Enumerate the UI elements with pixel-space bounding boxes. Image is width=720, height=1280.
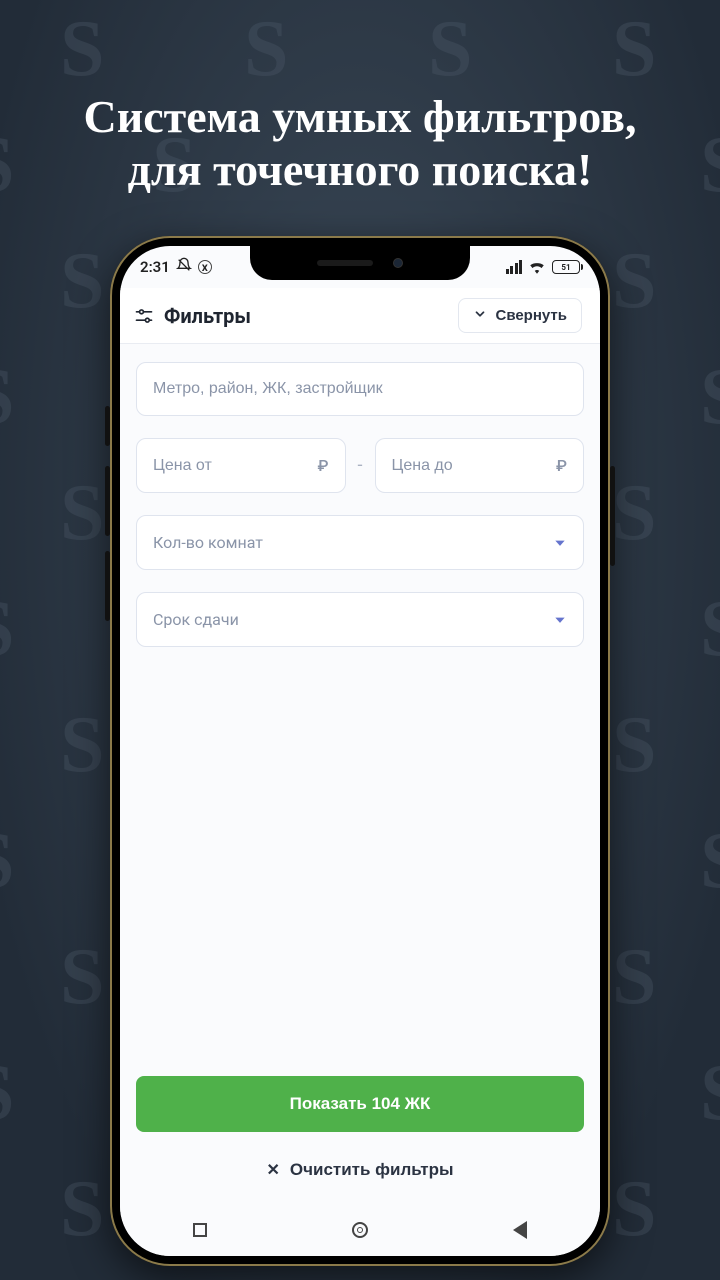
price-range-row: ₽ - ₽ [136, 438, 584, 493]
collapse-button[interactable]: Свернуть [458, 298, 582, 333]
show-results-button[interactable]: Показать 104 ЖК [136, 1076, 584, 1132]
filters-header: Фильтры Свернуть [120, 288, 600, 344]
close-icon: ✕ [267, 1160, 280, 1180]
rooms-select[interactable]: Кол-во комнат [136, 515, 584, 570]
nav-recent-icon[interactable] [193, 1223, 207, 1237]
caret-down-icon [553, 613, 567, 627]
price-from-input[interactable] [153, 457, 318, 475]
price-to-input[interactable] [392, 457, 557, 475]
ruble-icon: ₽ [556, 456, 567, 475]
filters-footer: Показать 104 ЖК ✕ Очистить фильтры [120, 1062, 600, 1204]
clear-label: Очистить фильтры [290, 1160, 454, 1180]
chevron-down-icon [473, 307, 487, 324]
deadline-label: Срок сдачи [153, 610, 239, 629]
signal-icon [506, 260, 523, 274]
battery-icon: 51 [552, 260, 580, 274]
status-extra-icon: x [198, 260, 212, 274]
wifi-icon [528, 260, 546, 274]
search-field[interactable] [136, 362, 584, 416]
android-nav-bar [120, 1204, 600, 1256]
deadline-select[interactable]: Срок сдачи [136, 592, 584, 647]
price-to-field[interactable]: ₽ [375, 438, 585, 493]
nav-back-icon[interactable] [513, 1221, 527, 1239]
mute-icon [176, 257, 192, 277]
phone-frame: 2:31 x 51 Фильтры [110, 236, 610, 1266]
phone-screen: 2:31 x 51 Фильтры [120, 246, 600, 1256]
filters-title: Фильтры [164, 304, 251, 328]
filters-content: ₽ - ₽ Кол-во комнат Срок сдачи [120, 344, 600, 1062]
rooms-label: Кол-во комнат [153, 533, 263, 552]
caret-down-icon [553, 536, 567, 550]
sliders-icon [134, 306, 154, 326]
clear-filters-button[interactable]: ✕ Очистить фильтры [136, 1146, 584, 1194]
range-separator: - [358, 455, 363, 476]
promo-headline: Система умных фильтров, для точечного по… [0, 90, 720, 197]
collapse-label: Свернуть [495, 307, 567, 324]
ruble-icon: ₽ [318, 456, 329, 475]
status-time: 2:31 [140, 258, 170, 276]
phone-notch [250, 246, 470, 280]
search-input[interactable] [153, 380, 567, 398]
nav-home-icon[interactable] [352, 1222, 368, 1238]
price-from-field[interactable]: ₽ [136, 438, 346, 493]
